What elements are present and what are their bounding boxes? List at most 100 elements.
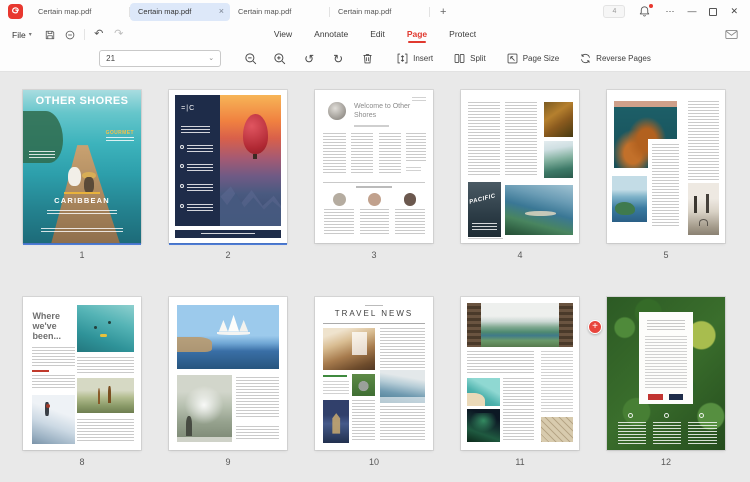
island-shape	[615, 202, 634, 215]
editor-portrait	[328, 102, 346, 120]
tab-label: Certain map.pdf	[138, 7, 215, 16]
terrain-map-photo	[541, 417, 573, 442]
hotel-interior-photo	[323, 328, 375, 371]
reverse-pages-button[interactable]: Reverse Pages	[579, 52, 651, 65]
footer-strip	[175, 230, 281, 238]
menu-protect[interactable]: Protect	[449, 29, 476, 41]
notifications-bell-icon[interactable]	[638, 5, 652, 19]
save-button[interactable]	[40, 27, 60, 43]
aurora-glow	[470, 413, 496, 433]
column-lines	[351, 133, 373, 174]
rotate-left-button[interactable]: ↺	[300, 50, 318, 68]
giraffe-shape	[98, 388, 101, 404]
article-lines	[236, 426, 278, 441]
ship-hull	[217, 332, 250, 335]
hot-air-balloon	[243, 114, 268, 153]
split-icon	[453, 52, 466, 65]
menu-view[interactable]: View	[274, 29, 292, 41]
tab-strip: Certain map.pdf Certain map.pdf × Certai…	[30, 0, 430, 23]
title-rule	[354, 125, 389, 127]
viewer-silhouette	[186, 416, 193, 436]
news-lines	[352, 400, 376, 441]
split-pages-button[interactable]: Split	[453, 52, 486, 65]
article-lines	[32, 375, 74, 390]
menu-edit[interactable]: Edit	[370, 29, 385, 41]
close-window-button[interactable]: ✕	[730, 7, 738, 16]
article-lines	[503, 409, 534, 441]
page-thumbnail-2[interactable]: =|C	[169, 90, 287, 243]
beach-arc	[525, 211, 556, 216]
swim-photo	[77, 305, 134, 352]
page-thumbnail-5[interactable]	[607, 90, 725, 243]
footer-icon	[664, 413, 669, 418]
zoom-in-button[interactable]	[271, 50, 289, 68]
app-logo-icon[interactable]	[8, 4, 23, 19]
minimize-button[interactable]: —	[687, 7, 696, 16]
swimmer-dot	[108, 321, 111, 324]
tab-2-active[interactable]: Certain map.pdf ×	[130, 3, 230, 21]
account-badge[interactable]: 4	[603, 5, 625, 18]
file-menu-label: File	[12, 30, 26, 40]
page-thumbnail-1[interactable]: OTHER SHORES GOURMET CARIBBEAN	[23, 90, 141, 243]
page-thumbnail-10[interactable]: TRAVEL NEWS	[315, 297, 433, 450]
shutter-right	[559, 303, 573, 347]
tab-3[interactable]: Certain map.pdf	[230, 3, 330, 21]
railing-shape	[177, 437, 231, 442]
page-thumbnail-4[interactable]: PACIFIC	[461, 90, 579, 243]
tab-1[interactable]: Certain map.pdf	[30, 3, 130, 21]
cover-banner: CARIBBEAN	[23, 196, 141, 205]
cover-left-lines	[29, 151, 55, 160]
redo-button[interactable]: ↷	[109, 27, 129, 43]
page-count-dropdown[interactable]: 21 ⌄	[99, 50, 221, 67]
aurora-photo	[467, 409, 500, 442]
page-number: 5	[607, 250, 725, 260]
undo-button[interactable]: ↶	[89, 27, 109, 43]
print-button[interactable]	[60, 27, 80, 43]
page-number: 4	[461, 250, 579, 260]
tab-label: Certain map.pdf	[238, 7, 324, 16]
page-thumbnail-9[interactable]	[169, 297, 287, 450]
contributor-lines	[395, 209, 425, 235]
rotate-right-button[interactable]: ↻	[329, 50, 347, 68]
delete-page-button[interactable]	[358, 50, 376, 68]
footer-column-lines	[688, 422, 716, 443]
page-thumbnail-3[interactable]: Welcome to Other Shores	[315, 90, 433, 243]
page-thumbnail-8[interactable]: Where we've been...	[23, 297, 141, 450]
insert-icon	[396, 52, 409, 65]
nav-item-lines	[187, 184, 213, 193]
page-number: 9	[169, 457, 287, 467]
maximize-button[interactable]	[709, 8, 717, 16]
more-menu-button[interactable]: ⋯	[665, 7, 674, 16]
file-menu-button[interactable]: File ▾	[0, 30, 40, 40]
insert-page-button[interactable]: +	[588, 320, 602, 334]
coast-aerial-photo	[505, 185, 573, 235]
shutter-left	[467, 303, 481, 347]
page-size-button[interactable]: Page Size	[506, 52, 559, 65]
nav-item-icon	[180, 204, 184, 208]
new-tab-button[interactable]: +	[430, 6, 456, 18]
article-lines	[503, 378, 534, 406]
menu-annotate[interactable]: Annotate	[314, 29, 348, 41]
zoom-out-button[interactable]	[242, 50, 260, 68]
page-thumbnail-11[interactable]	[461, 297, 579, 450]
page-cell: Welcome to Other Shores 3	[315, 90, 433, 260]
highlight-line	[32, 370, 49, 372]
contributor-portrait	[368, 193, 381, 206]
page-cell: 5	[607, 90, 725, 260]
page-number: 12	[607, 457, 725, 467]
tab-4[interactable]: Certain map.pdf	[330, 3, 430, 21]
page-cell: TRAVEL NEWS	[315, 297, 433, 467]
page-toolbar: 21 ⌄ ↺ ↻ Insert Split	[0, 46, 750, 72]
kicker-line	[365, 305, 384, 307]
close-tab-icon[interactable]: ×	[215, 7, 224, 16]
page-thumbnail-12[interactable]	[607, 297, 725, 450]
contributor-lines	[324, 209, 354, 235]
undo-icon: ↶	[94, 29, 103, 40]
tree-shape	[694, 196, 697, 213]
menu-page-active[interactable]: Page	[407, 29, 427, 41]
giraffe-photo	[77, 378, 134, 413]
feedback-mail-icon[interactable]	[725, 29, 750, 40]
insert-pages-button[interactable]: Insert	[396, 52, 433, 65]
ship-sail	[228, 315, 239, 332]
title-rule	[323, 323, 424, 324]
